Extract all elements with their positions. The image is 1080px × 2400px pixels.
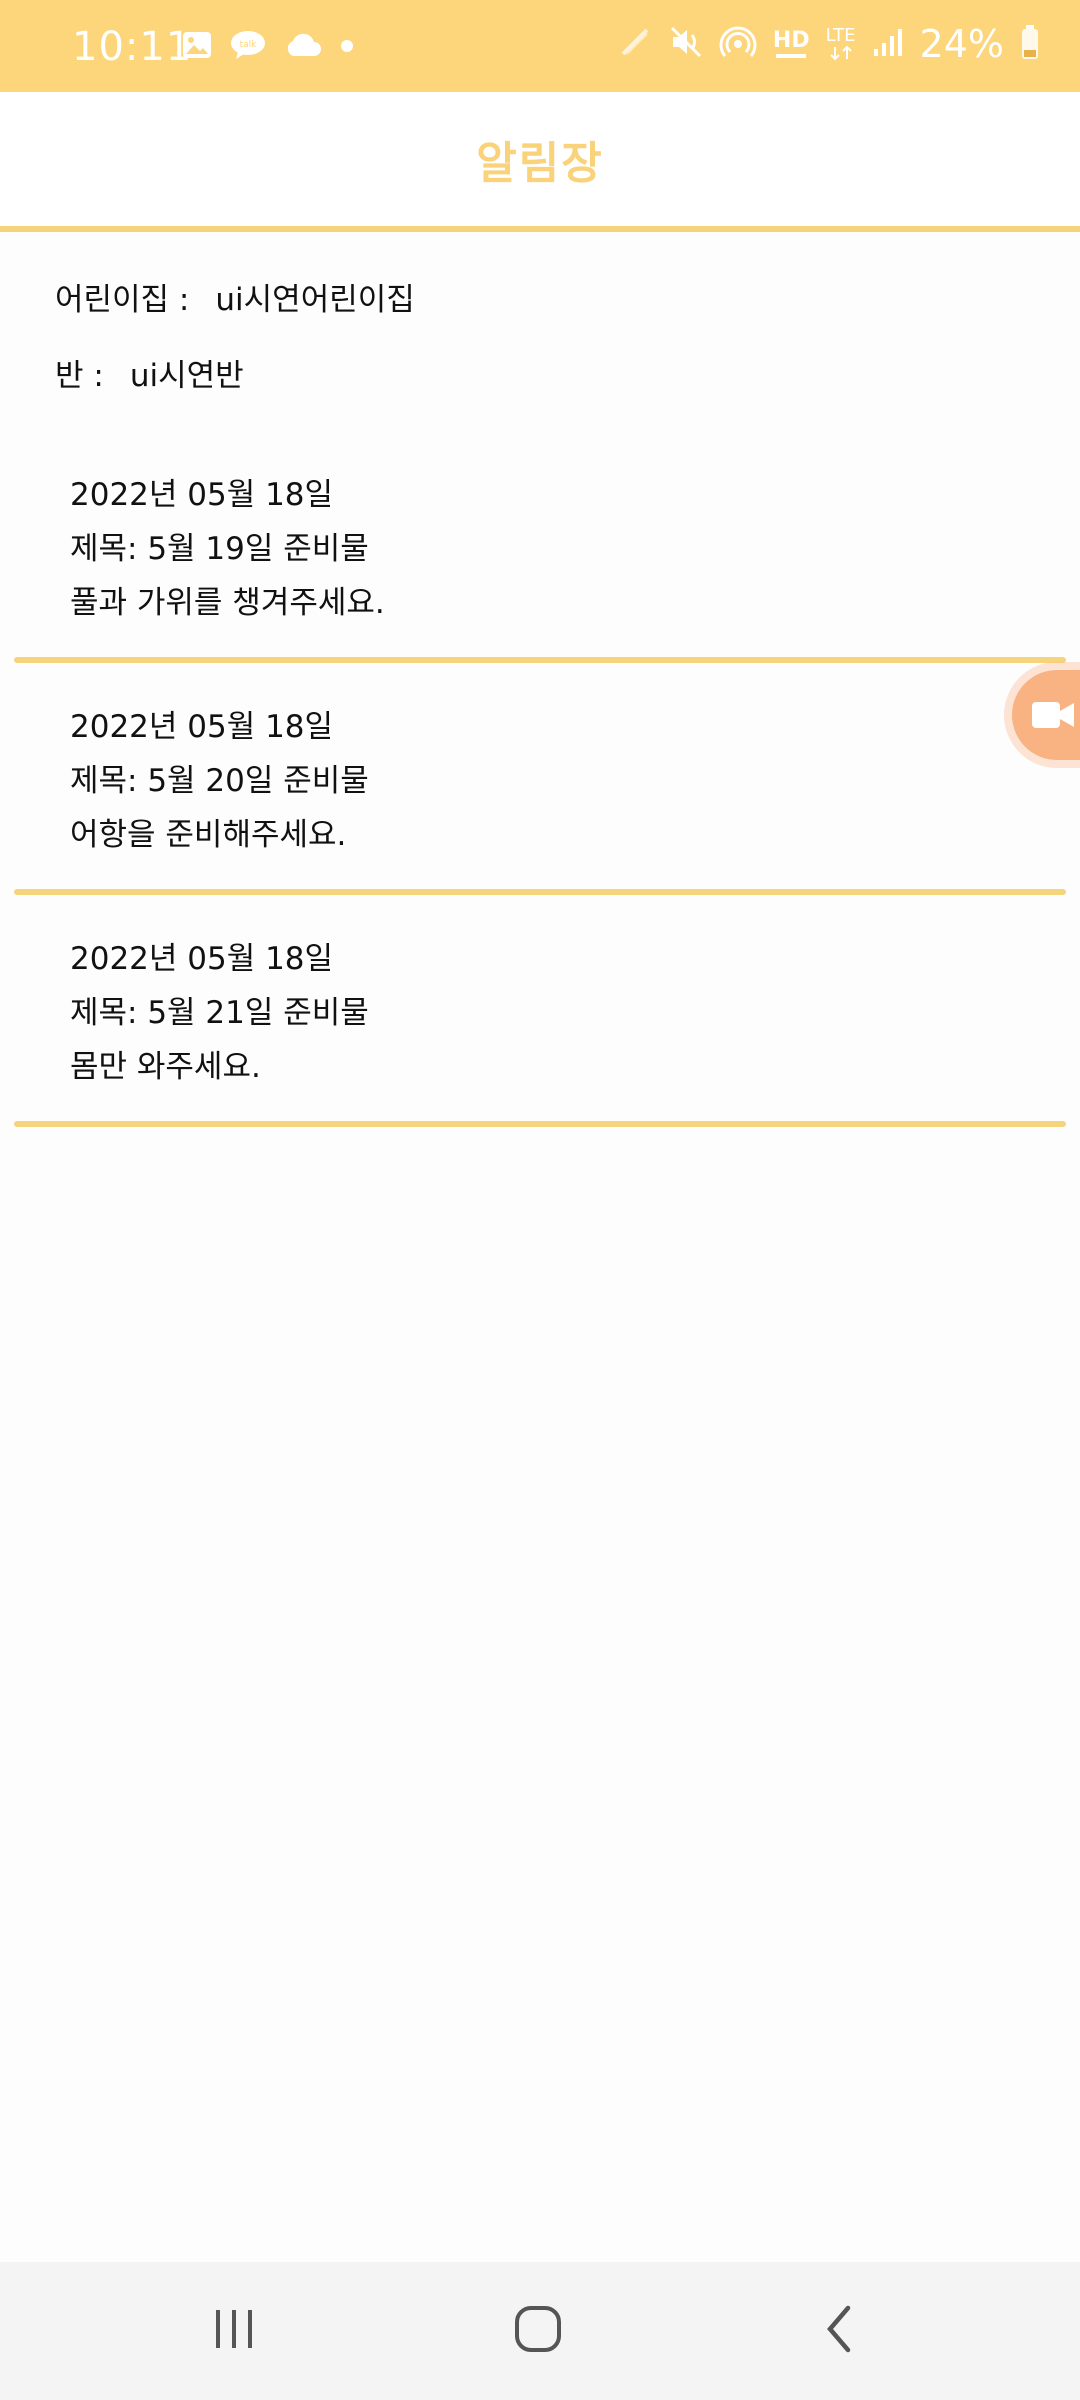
page-title: 알림장 <box>476 138 604 189</box>
notice-body: 풀과 가위를 챙겨주세요. <box>70 585 385 621</box>
notice-title: 제목: 5월 19일 준비물 <box>70 531 369 567</box>
notice-item[interactable]: 2022년 05월 18일 제목: 5월 20일 준비물 어항을 준비해주세요. <box>70 700 970 862</box>
notice-divider <box>14 1121 1066 1127</box>
notice-item[interactable]: 2022년 05월 18일 제목: 5월 21일 준비물 몸만 와주세요. <box>70 932 970 1094</box>
lte-icon: LTE <box>826 27 856 61</box>
battery-icon <box>1020 24 1040 64</box>
class-value: ui시연반 <box>129 358 244 394</box>
navigation-bar <box>0 2262 1080 2400</box>
notice-body: 몸만 와주세요. <box>70 1049 261 1085</box>
dot-icon <box>340 38 354 57</box>
svg-text:talk: talk <box>240 40 258 50</box>
status-left-icons: talk <box>182 30 354 64</box>
header-divider <box>0 226 1080 232</box>
lte-label: LTE <box>825 25 856 46</box>
notice-item[interactable]: 2022년 05월 18일 제목: 5월 19일 준비물 풀과 가위를 챙겨주세… <box>70 468 970 630</box>
cloud-icon <box>284 32 322 62</box>
gallery-icon <box>182 31 212 63</box>
notice-date: 2022년 05월 18일 <box>70 941 334 977</box>
back-icon[interactable] <box>820 2302 860 2360</box>
notice-title: 제목: 5월 20일 준비물 <box>70 763 369 799</box>
mute-icon <box>669 25 703 63</box>
status-bar: 10:11 talk HD LTE 24% <box>0 0 1080 92</box>
hotspot-icon <box>719 24 757 64</box>
notice-divider <box>14 657 1066 663</box>
notice-date: 2022년 05월 18일 <box>70 709 334 745</box>
floating-record-button[interactable] <box>1012 670 1080 760</box>
class-row: 반 : ui시연반 <box>55 350 244 395</box>
chat-icon: talk <box>230 30 266 64</box>
notice-body: 어항을 준비해주세요. <box>70 817 347 853</box>
notice-divider <box>14 889 1066 895</box>
daycare-row: 어린이집 : ui시연어린이집 <box>55 274 415 319</box>
class-label: 반 : <box>55 358 104 394</box>
status-time: 10:11 <box>72 24 193 70</box>
notice-date: 2022년 05월 18일 <box>70 477 334 513</box>
daycare-label: 어린이집 : <box>55 282 190 318</box>
nfc-icon <box>617 24 653 64</box>
notice-title: 제목: 5월 21일 준비물 <box>70 995 369 1031</box>
app-bar: 알림장 <box>0 92 1080 226</box>
daycare-value: ui시연어린이집 <box>215 282 415 318</box>
status-right-icons: HD LTE 24% <box>617 22 1040 66</box>
home-icon[interactable] <box>512 2302 566 2360</box>
signal-icon <box>872 27 904 61</box>
battery-percent: 24% <box>919 22 1004 66</box>
hd-label: HD <box>772 28 810 53</box>
recent-apps-icon[interactable] <box>212 2302 258 2360</box>
hd-voice-icon: HD <box>773 30 810 58</box>
